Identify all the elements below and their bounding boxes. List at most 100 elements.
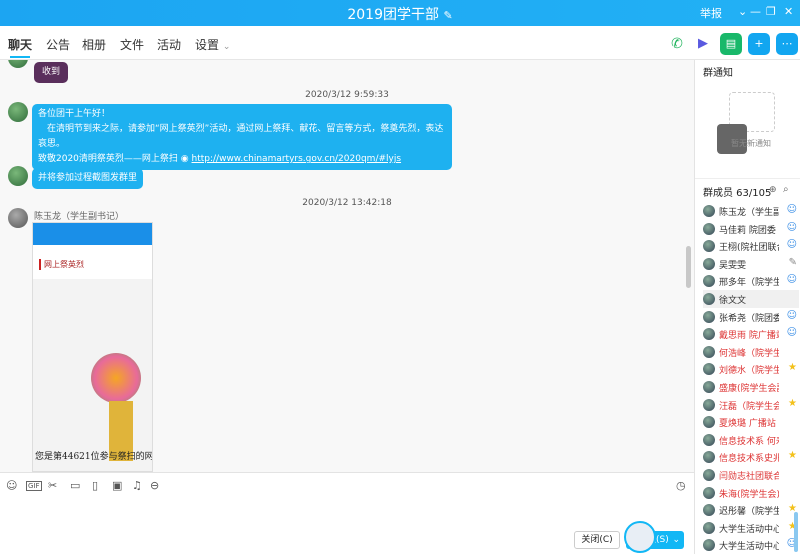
- message-bubble[interactable]: 并将参加过程截图发群里: [32, 168, 144, 189]
- folder-icon[interactable]: ▯: [92, 479, 98, 492]
- avatar: [703, 469, 715, 481]
- notice-title: 群通知: [703, 68, 733, 79]
- add-member-icon[interactable]: ⊕: [769, 185, 777, 195]
- bell-icon[interactable]: ♫: [132, 479, 142, 492]
- flower-image: [91, 353, 141, 403]
- member-name: 迟彤馨（院学生会）: [719, 507, 779, 518]
- avatar: [703, 293, 715, 305]
- scissors-icon[interactable]: ✂: [48, 479, 57, 492]
- tab-chat[interactable]: 聊天: [8, 36, 32, 58]
- tab-activity[interactable]: 活动: [157, 36, 181, 53]
- chat-area[interactable]: 收到 2020/3/12 9:59:33 各位团干上午好！ 在清明节到来之际，请…: [0, 60, 694, 472]
- chat-scrollbar[interactable]: [686, 246, 691, 288]
- person-icon: ☺: [786, 274, 797, 286]
- star-icon: ★: [788, 397, 797, 409]
- avatar: [703, 240, 715, 253]
- image-icon[interactable]: ▣: [112, 479, 122, 492]
- message-add-icon[interactable]: +: [748, 33, 770, 55]
- history-icon[interactable]: ◷: [676, 479, 686, 492]
- member-name: 何浩峰（院学生会）: [719, 348, 779, 359]
- message-text: 在清明节到来之际，请参加“网上祭英烈”活动，通过网上祭拜、献花、留言等方式，祭奠…: [38, 124, 444, 149]
- tab-album[interactable]: 相册: [82, 36, 106, 53]
- doc-icon[interactable]: ▤: [720, 33, 742, 55]
- tab-files[interactable]: 文件: [120, 36, 144, 53]
- message-link[interactable]: http://www.chinamartyrs.gov.cn/2020qm/#l…: [192, 154, 402, 164]
- screenshot-title: 网上祭英烈: [39, 259, 84, 270]
- message-input[interactable]: [8, 501, 678, 525]
- member-item[interactable]: 张希尧（院团委） ☺: [703, 308, 799, 326]
- emoji-icon[interactable]: ☺: [6, 479, 17, 492]
- star-icon: ★: [788, 450, 797, 462]
- video-call-icon[interactable]: ▶: [692, 33, 714, 55]
- member-scrollbar[interactable]: [794, 512, 798, 552]
- member-name: 闫勋志社团联合会: [719, 472, 779, 482]
- chevron-down-icon[interactable]: ⌄: [672, 531, 680, 549]
- title-bar: 2019团学干部 ✎ 举报 ⌄ — ❐ ✕: [0, 0, 800, 26]
- member-name: 刘德水（院学生会）: [719, 366, 779, 377]
- avatar: [703, 486, 715, 499]
- member-item[interactable]: 马佳莉 院团委 ☺: [703, 220, 799, 238]
- member-item[interactable]: 大学生活动中心 ☺: [703, 536, 799, 554]
- member-item[interactable]: 信息技术系史兆坤 ★: [703, 448, 799, 466]
- timestamp: 2020/3/12 13:42:18: [302, 198, 392, 208]
- avatar: [703, 257, 715, 270]
- tab-notice[interactable]: 公告: [46, 36, 70, 53]
- avatar: [703, 381, 715, 393]
- member-item[interactable]: 戴思雨 院广播站站长 ☺: [703, 325, 799, 343]
- member-name: 邢多年（院学生会）: [719, 278, 779, 289]
- avatar: [703, 433, 715, 446]
- link-icon: ◉: [180, 154, 189, 164]
- dropdown-button[interactable]: ⌄: [738, 5, 747, 18]
- chevron-down-icon: ⌄: [222, 42, 231, 52]
- member-name: 吴雯雯: [719, 260, 747, 271]
- timestamp: 2020/3/12 9:59:33: [305, 90, 389, 100]
- message-bubble[interactable]: 各位团干上午好！ 在清明节到来之际，请参加“网上祭英烈”活动，通过网上祭拜、献花…: [32, 104, 452, 170]
- person-icon: ☺: [786, 309, 797, 321]
- member-item[interactable]: 吴雯雯 ✎: [703, 255, 799, 273]
- avatar[interactable]: [8, 166, 28, 186]
- person-icon: ☺: [786, 204, 797, 215]
- more-options-icon[interactable]: ⊖: [150, 479, 159, 492]
- screenshot-header: [33, 223, 152, 245]
- member-item[interactable]: 何浩峰（院学生会）: [703, 343, 799, 361]
- member-item[interactable]: 迟彤馨（院学生会）★: [703, 501, 799, 519]
- close-window-button[interactable]: ✕: [784, 5, 793, 18]
- member-item[interactable]: 王栩(院社团联合会) ☺: [703, 237, 799, 255]
- avatar[interactable]: [8, 60, 28, 68]
- member-item[interactable]: 陈玉龙（学生副书记） ☺: [703, 202, 799, 220]
- member-name: 盛康(院学生会副主席): [719, 384, 779, 394]
- avatar[interactable]: [8, 102, 28, 122]
- search-icon[interactable]: ⌕: [783, 184, 789, 195]
- member-item[interactable]: 大学生活动中心 ★: [703, 519, 799, 537]
- avatar: [703, 363, 715, 376]
- maximize-button[interactable]: ❐: [766, 5, 776, 18]
- member-item[interactable]: 朱海(院学生会): [703, 484, 799, 502]
- member-item[interactable]: 汪磊（院学生会） ★: [703, 396, 799, 414]
- robot-assistant-icon[interactable]: [624, 521, 656, 553]
- message-bubble[interactable]: 收到: [34, 62, 69, 83]
- avatar[interactable]: [8, 208, 28, 228]
- more-icon[interactable]: ⋯: [776, 33, 798, 55]
- tab-settings[interactable]: 设置 ⌄: [195, 36, 230, 53]
- message-text: 各位团干上午好！: [38, 109, 111, 119]
- member-item[interactable]: 夏焕璐 广播站: [703, 413, 799, 431]
- member-item[interactable]: 闫勋志社团联合会: [703, 466, 799, 484]
- member-item[interactable]: 徐文文: [703, 290, 799, 308]
- minimize-button[interactable]: —: [750, 5, 761, 18]
- report-button[interactable]: 举报: [700, 5, 722, 21]
- phone-icon[interactable]: ✆: [666, 33, 688, 55]
- edit-title-icon[interactable]: ✎: [443, 9, 452, 22]
- member-item[interactable]: 刘德水（院学生会） ★: [703, 360, 799, 378]
- image-message[interactable]: 网上祭英烈 您是第44621位参与祭扫的网友: [32, 222, 153, 472]
- member-item[interactable]: 邢多年（院学生会） ☺: [703, 272, 799, 290]
- member-item[interactable]: 信息技术系 何寿文: [703, 431, 799, 449]
- tab-bar: 聊天 公告 相册 文件 活动 设置 ⌄ ✆ ▶ ▤ + ⋯: [0, 26, 800, 60]
- file-icon[interactable]: ▭: [70, 479, 80, 492]
- member-name: 信息技术系史兆坤: [719, 454, 779, 465]
- member-item[interactable]: 盛康(院学生会副主席): [703, 378, 799, 396]
- gif-icon[interactable]: GIF: [26, 481, 42, 491]
- close-button[interactable]: 关闭(C): [574, 531, 620, 549]
- screenshot-caption: 您是第44621位参与祭扫的网友: [35, 452, 153, 462]
- member-name: 马佳莉 院团委: [719, 225, 776, 236]
- avatar: [703, 504, 715, 517]
